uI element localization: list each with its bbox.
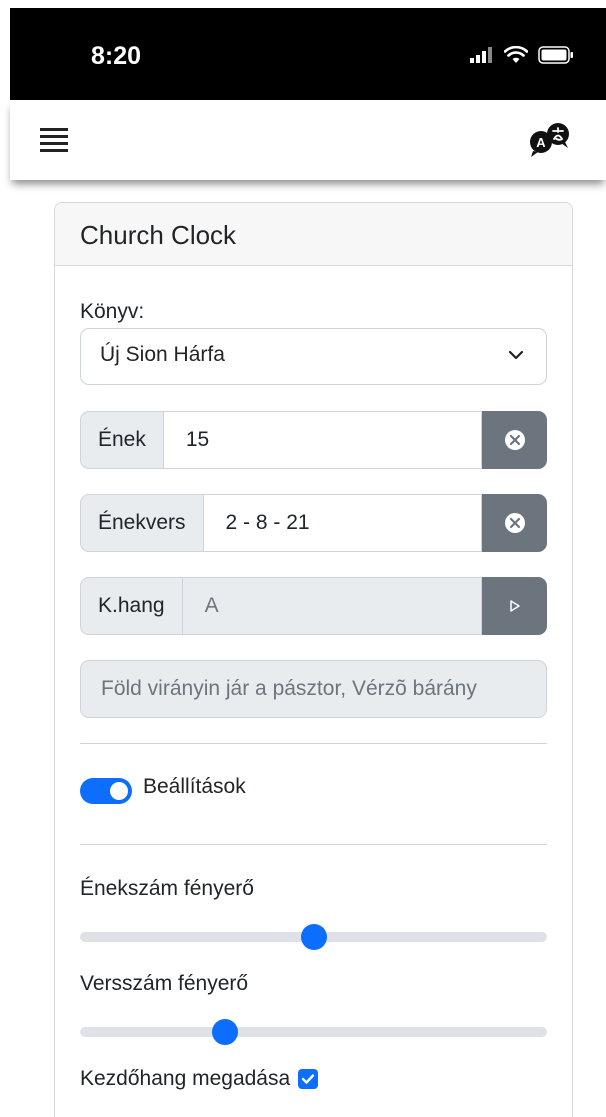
- play-key-button[interactable]: [482, 577, 547, 635]
- top-navbar: A: [10, 100, 606, 180]
- status-time: 8:20: [91, 42, 142, 70]
- card-title: Church Clock: [55, 203, 572, 266]
- church-clock-card: Church Clock Könyv: Új Sion Hárfa Ének 1…: [54, 202, 573, 1117]
- clear-hymn-button[interactable]: [482, 411, 547, 469]
- menu-icon[interactable]: [40, 128, 68, 152]
- chevron-down-icon: [508, 350, 524, 360]
- wifi-icon: [504, 46, 528, 63]
- verse-brightness-slider[interactable]: [80, 1018, 547, 1045]
- start-key-option: Kezdőhang megadása: [80, 1067, 319, 1091]
- slider-thumb[interactable]: [300, 924, 327, 950]
- verses-input-group: Énekvers 2 - 8 - 21: [80, 494, 547, 552]
- settings-label: Beállítások: [143, 775, 246, 798]
- clear-circle-icon: [504, 513, 525, 533]
- key-input: A: [182, 577, 482, 635]
- hymn-input-group: Ének 15: [80, 411, 547, 469]
- cellular-signal-icon: [470, 47, 492, 63]
- hymn-label: Ének: [80, 411, 164, 469]
- verse-brightness-label: Versszám fényerő: [80, 972, 249, 995]
- slider-track: [80, 1027, 547, 1037]
- book-label: Könyv:: [80, 300, 145, 323]
- hymn-title-field: Föld virányin jár a pásztor, Vérzõ bárán…: [80, 660, 547, 718]
- toggle-knob: [110, 782, 128, 800]
- divider: [80, 844, 547, 845]
- slider-thumb[interactable]: [211, 1019, 238, 1045]
- play-icon: [509, 600, 520, 612]
- divider: [80, 743, 547, 744]
- verses-input[interactable]: 2 - 8 - 21: [203, 494, 482, 552]
- clear-circle-icon: [504, 430, 525, 450]
- key-input-group: K.hang A: [80, 577, 547, 635]
- start-key-checkbox[interactable]: [298, 1069, 319, 1089]
- status-icons: [470, 46, 574, 64]
- hymn-number-input[interactable]: 15: [163, 411, 482, 469]
- verses-label: Énekvers: [80, 494, 204, 552]
- svg-text:A: A: [536, 135, 546, 150]
- book-select-value: Új Sion Hárfa: [100, 343, 225, 366]
- start-key-label: Kezdőhang megadása: [80, 1067, 291, 1090]
- clear-verses-button[interactable]: [482, 494, 547, 552]
- key-label: K.hang: [80, 577, 183, 635]
- settings-toggle[interactable]: [80, 778, 132, 804]
- status-bar: 8:20: [10, 8, 606, 100]
- book-select[interactable]: Új Sion Hárfa: [80, 328, 547, 385]
- hymn-brightness-label: Énekszám fényerő: [80, 877, 254, 900]
- hymn-brightness-slider[interactable]: [80, 923, 547, 950]
- translate-icon[interactable]: A: [526, 120, 572, 160]
- battery-icon: [538, 46, 573, 64]
- checkmark-icon: [301, 1074, 315, 1084]
